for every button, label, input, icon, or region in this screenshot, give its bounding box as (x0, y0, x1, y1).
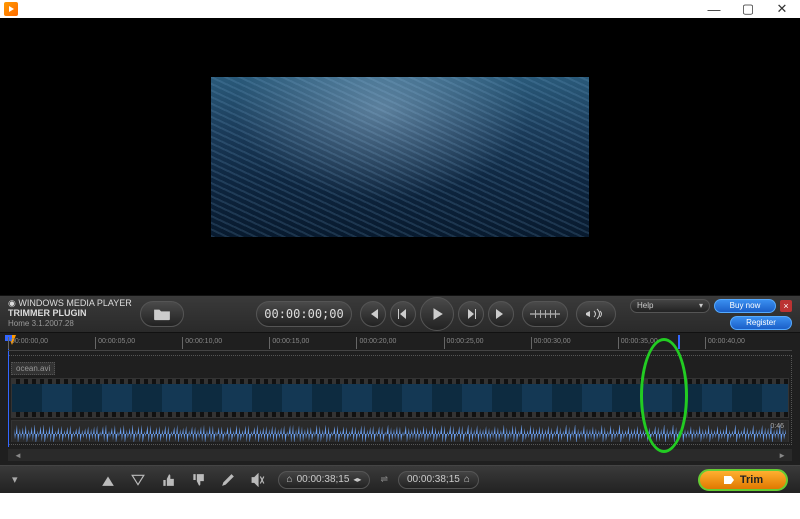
mark-out-button[interactable] (128, 471, 148, 489)
in-timecode[interactable]: ⌂00:00:38;15◂▸ (278, 471, 371, 489)
go-start-button[interactable] (360, 301, 386, 327)
ruler-tick: 00:00:10,00 (182, 337, 269, 349)
minimize-button[interactable]: — (706, 2, 722, 17)
zoom-slider[interactable] (522, 301, 568, 327)
buy-now-button[interactable]: Buy now (714, 299, 776, 313)
out-timecode[interactable]: 00:00:38;15⌂ (398, 471, 479, 489)
video-frame (211, 77, 589, 237)
panel-close-button[interactable]: × (780, 300, 792, 312)
close-button[interactable]: ✕ (774, 1, 790, 17)
expand-toggle[interactable]: ▾ (12, 473, 18, 486)
timecode-display: 00:00:00;00 (256, 301, 352, 327)
ruler-tick: 00:00:05,00 (95, 337, 182, 349)
ruler-tick: 00:00:20,00 (356, 337, 443, 349)
clip-name-label: ocean.avi (11, 362, 55, 375)
chevron-down-icon: ▾ (699, 301, 703, 310)
timeline-area[interactable]: 00:00:00,0000:00:05,0000:00:10,0000:00:1… (0, 333, 800, 465)
ruler-tick: 00:00:35,00 (618, 337, 705, 349)
open-file-button[interactable] (140, 301, 184, 327)
edit-button[interactable] (218, 471, 238, 489)
time-ruler[interactable]: 00:00:00,0000:00:05,0000:00:10,0000:00:1… (8, 337, 792, 351)
scroll-right-arrow[interactable]: ► (778, 451, 786, 460)
video-track[interactable] (11, 378, 789, 418)
scroll-left-arrow[interactable]: ◄ (14, 451, 22, 460)
ruler-tick: 00:00:00,00 (8, 337, 95, 349)
track-container: ocean.avi 0:46 (8, 355, 792, 445)
volume-button[interactable] (576, 301, 616, 327)
thumbs-up-button[interactable] (158, 471, 178, 489)
control-panel: ◉ WINDOWS MEDIA PLAYER TRIMMER PLUGIN Ho… (0, 295, 800, 333)
trim-button[interactable]: Trim (698, 469, 788, 491)
thumbs-down-button[interactable] (188, 471, 208, 489)
go-end-button[interactable] (488, 301, 514, 327)
transport-controls (360, 297, 514, 331)
ruler-tick: 00:00:15,00 (269, 337, 356, 349)
maximize-button[interactable]: ▢ (740, 1, 756, 17)
help-dropdown[interactable]: Help▾ (630, 299, 710, 313)
link-icon: ⇌ (380, 474, 388, 485)
step-fwd-button[interactable] (458, 301, 484, 327)
mark-in-button[interactable] (98, 471, 118, 489)
ruler-tick: 00:00:40,00 (705, 337, 792, 349)
step-back-button[interactable] (390, 301, 416, 327)
playhead[interactable] (8, 335, 9, 447)
video-preview-area (0, 18, 800, 295)
ruler-tick: 00:00:30,00 (531, 337, 618, 349)
mute-button[interactable] (248, 471, 268, 489)
app-icon (4, 2, 18, 16)
register-button[interactable]: Register (730, 316, 792, 330)
play-button[interactable] (420, 297, 454, 331)
product-brand: ◉ WINDOWS MEDIA PLAYER TRIMMER PLUGIN Ho… (8, 299, 132, 329)
ruler-tick: 00:00:25,00 (444, 337, 531, 349)
bottom-toolbar: ▾ ⌂00:00:38;15◂▸ ⇌ 00:00:38;15⌂ Trim (0, 465, 800, 493)
audio-track[interactable]: 0:46 (11, 420, 789, 442)
